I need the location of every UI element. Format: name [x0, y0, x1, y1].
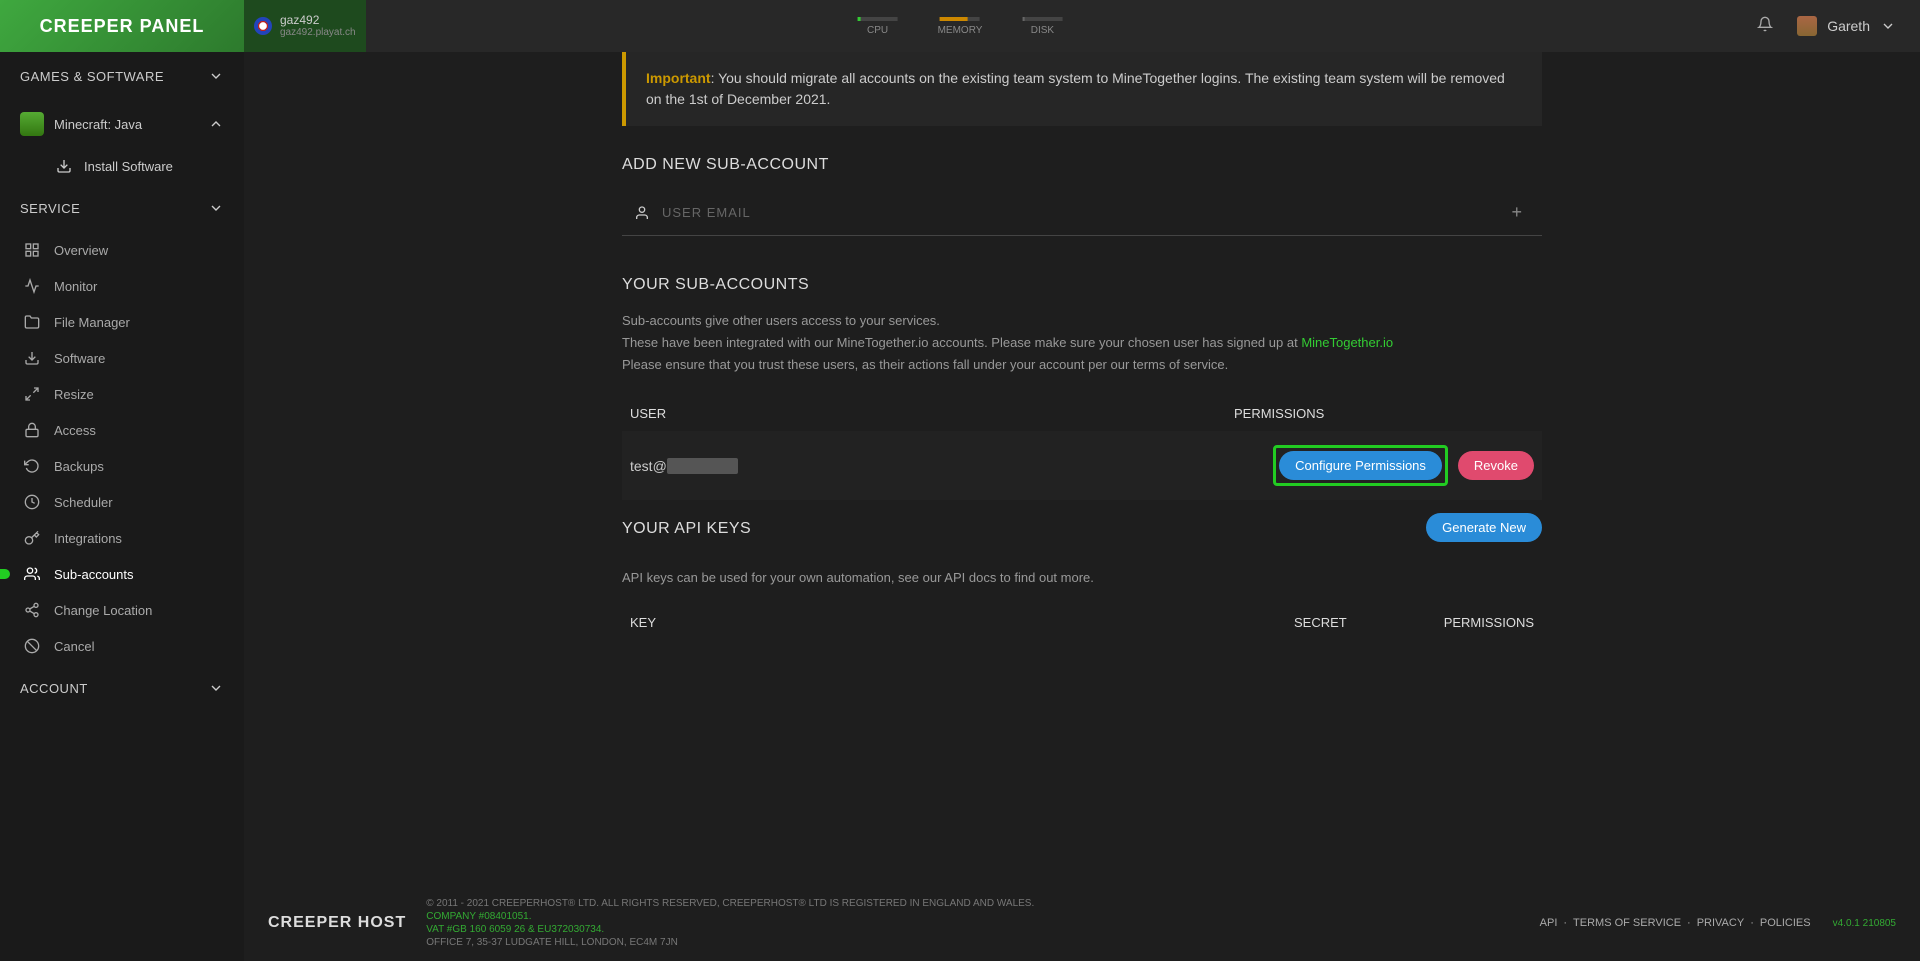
api-description: API keys can be used for your own automa…: [622, 570, 1542, 585]
user-area: Gareth: [1757, 16, 1920, 37]
permission-actions: Configure Permissions Revoke: [1273, 445, 1534, 486]
chevron-down-icon: [1880, 18, 1896, 34]
chevron-down-icon: [208, 680, 224, 696]
nav-monitor[interactable]: Monitor: [0, 268, 244, 304]
topbar: CREEPER PANEL gaz492 gaz492.playat.ch CP…: [0, 0, 1920, 52]
nav-sub-accounts[interactable]: Sub-accounts: [0, 556, 244, 592]
nav-file-manager[interactable]: File Manager: [0, 304, 244, 340]
logo-text: CREEPER PANEL: [40, 16, 205, 37]
footer-link-api[interactable]: API: [1540, 917, 1558, 929]
activity-icon: [24, 278, 40, 294]
sidebar-install-software[interactable]: Install Software: [0, 148, 244, 184]
generate-new-button[interactable]: Generate New: [1426, 513, 1542, 542]
col-api-permissions: PERMISSIONS: [1394, 615, 1534, 630]
rotate-icon: [24, 458, 40, 474]
user-icon: [634, 205, 650, 221]
nav-access[interactable]: Access: [0, 412, 244, 448]
table-row: test@xxxxx Configure Permissions Revoke: [622, 431, 1542, 500]
user-name: Gareth: [1827, 18, 1870, 34]
footer-link-policies[interactable]: POLICIES: [1760, 917, 1811, 929]
maximize-icon: [24, 386, 40, 402]
user-email: test@xxxxx: [630, 458, 1273, 474]
nav-integrations[interactable]: Integrations: [0, 520, 244, 556]
grid-icon: [24, 242, 40, 258]
callout-text: : You should migrate all accounts on the…: [646, 70, 1505, 107]
slash-icon: [24, 638, 40, 654]
your-api-keys-title: YOUR API KEYS: [622, 520, 751, 538]
download-icon: [24, 350, 40, 366]
chevron-down-icon: [208, 200, 224, 216]
footer-link-tos[interactable]: TERMS OF SERVICE: [1573, 917, 1681, 929]
nav-scheduler[interactable]: Scheduler: [0, 484, 244, 520]
server-tab[interactable]: gaz492 gaz492.playat.ch: [244, 0, 366, 52]
col-user: USER: [630, 406, 1234, 421]
api-table-header: KEY SECRET PERMISSIONS: [622, 605, 1542, 640]
nav-software[interactable]: Software: [0, 340, 244, 376]
minetogether-link[interactable]: MineTogether.io: [1301, 335, 1393, 350]
nav-change-location[interactable]: Change Location: [0, 592, 244, 628]
memory-gauge[interactable]: MEMORY: [938, 17, 983, 36]
revoke-button[interactable]: Revoke: [1458, 451, 1534, 480]
server-host: gaz492.playat.ch: [280, 27, 356, 38]
version: v4.0.1 210805: [1833, 918, 1896, 929]
users-icon: [24, 566, 40, 582]
minecraft-icon: [20, 112, 44, 136]
server-info: gaz492 gaz492.playat.ch: [280, 14, 356, 38]
footer-legal: © 2011 - 2021 CREEPERHOST® LTD. ALL RIGH…: [426, 897, 1519, 949]
nav-overview[interactable]: Overview: [0, 232, 244, 268]
footer: CREEPER HOST © 2011 - 2021 CREEPERHOST® …: [244, 885, 1920, 961]
important-callout: Important: You should migrate all accoun…: [622, 52, 1542, 126]
chevron-down-icon: [208, 68, 224, 84]
sub-accounts-description: Sub-accounts give other users access to …: [622, 310, 1542, 376]
your-sub-accounts-title: YOUR SUB-ACCOUNTS: [622, 276, 1542, 294]
key-icon: [24, 530, 40, 546]
add-sub-account-title: ADD NEW SUB-ACCOUNT: [622, 156, 1542, 174]
avatar: [1797, 16, 1817, 36]
callout-label: Important: [646, 70, 711, 86]
cpu-gauge[interactable]: CPU: [858, 17, 898, 36]
sidebar-section-games[interactable]: GAMES & SOFTWARE: [0, 52, 244, 100]
lock-icon: [24, 422, 40, 438]
clock-icon: [24, 494, 40, 510]
footer-logo: CREEPER HOST: [268, 914, 406, 932]
sub-accounts-table-header: USER PERMISSIONS: [622, 396, 1542, 431]
disk-gauge[interactable]: DISK: [1022, 17, 1062, 36]
add-user-button[interactable]: +: [1503, 198, 1530, 227]
sidebar-game-minecraft[interactable]: Minecraft: Java: [0, 100, 244, 148]
server-name: gaz492: [280, 14, 356, 27]
configure-highlight: Configure Permissions: [1273, 445, 1448, 486]
download-icon: [56, 158, 72, 174]
col-key: KEY: [630, 615, 1294, 630]
footer-links: API · TERMS OF SERVICE · PRIVACY · POLIC…: [1540, 917, 1896, 929]
uk-flag-icon: [254, 17, 272, 35]
sidebar-section-account[interactable]: ACCOUNT: [0, 664, 244, 712]
sidebar-section-service[interactable]: SERVICE: [0, 184, 244, 232]
sidebar: GAMES & SOFTWARE Minecraft: Java Install…: [0, 52, 244, 961]
resource-gauges: CPU MEMORY DISK: [858, 0, 1063, 52]
col-permissions: PERMISSIONS: [1234, 406, 1534, 421]
user-email-input[interactable]: [662, 205, 1491, 220]
main-content: Important: You should migrate all accoun…: [244, 52, 1920, 961]
notifications-icon[interactable]: [1757, 16, 1773, 37]
share-icon: [24, 602, 40, 618]
folder-icon: [24, 314, 40, 330]
footer-link-privacy[interactable]: PRIVACY: [1697, 917, 1744, 929]
nav-cancel[interactable]: Cancel: [0, 628, 244, 664]
user-menu[interactable]: Gareth: [1797, 16, 1896, 36]
col-secret: SECRET: [1294, 615, 1394, 630]
nav-backups[interactable]: Backups: [0, 448, 244, 484]
configure-permissions-button[interactable]: Configure Permissions: [1279, 451, 1442, 480]
email-input-row: +: [622, 190, 1542, 236]
logo[interactable]: CREEPER PANEL: [0, 0, 244, 52]
nav-resize[interactable]: Resize: [0, 376, 244, 412]
chevron-up-icon: [208, 116, 224, 132]
